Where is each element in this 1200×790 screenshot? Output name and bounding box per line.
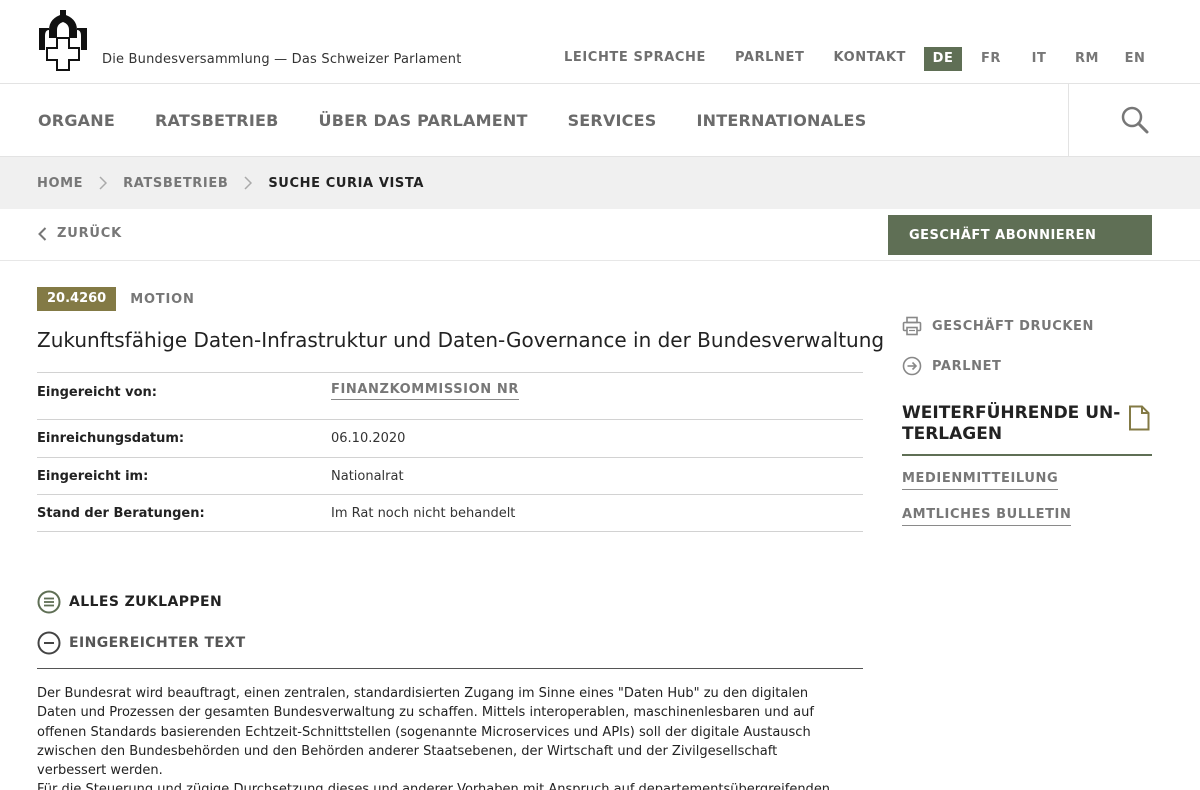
- collapse-all-button[interactable]: ALLES ZUKLAPPEN: [37, 590, 222, 614]
- breadcrumb-ratsbetrieb[interactable]: RATSBETRIEB: [123, 176, 228, 191]
- action-bar: ZURÜCK GESCHÄFT ABONNIEREN: [0, 209, 1200, 261]
- breadcrumb: HOME RATSBETRIEB SUCHE CURIA VISTA: [0, 157, 1200, 209]
- chevron-left-icon: [38, 226, 47, 241]
- text-line: verbessert werden.: [37, 763, 163, 779]
- text-line: Daten und Prozessen der gesamten Bundesv…: [37, 705, 814, 721]
- back-label: ZURÜCK: [57, 226, 122, 241]
- documents-divider: [902, 454, 1152, 456]
- nav-item-ratsbetrieb[interactable]: RATSBETRIEB: [155, 111, 279, 130]
- details-label: Stand der Beratungen:: [37, 506, 205, 521]
- printer-icon: [902, 316, 922, 336]
- submitted-text-toggle[interactable]: EINGEREICHTER TEXT: [37, 631, 246, 655]
- document-icon: [1128, 405, 1150, 435]
- nav-item-internationales[interactable]: INTERNATIONALES: [696, 111, 866, 130]
- nav-item-organe[interactable]: ORGANE: [38, 111, 115, 130]
- lang-de[interactable]: DE: [924, 47, 962, 71]
- text-line: zwischen den Bundesbehörden und den Behö…: [37, 743, 778, 759]
- collapse-all-label: ALLES ZUKLAPPEN: [69, 594, 223, 610]
- search-button[interactable]: [1068, 84, 1200, 156]
- lang-it[interactable]: IT: [1020, 47, 1058, 71]
- main-navigation: ORGANE RATSBETRIEB ÜBER DAS PARLAMENT SE…: [0, 84, 1200, 157]
- business-number-badge: 20.4260: [37, 287, 117, 311]
- parlnet-label: PARLNET: [932, 358, 1002, 374]
- list-icon: [37, 590, 61, 614]
- print-label: GESCHÄFT DRUCKEN: [932, 318, 1095, 334]
- subscribe-button[interactable]: GESCHÄFT ABONNIEREN: [888, 215, 1152, 255]
- submitter-link[interactable]: FINANZKOMMISSION NR: [331, 382, 519, 400]
- details-row: Eingereicht im: Nationalrat: [37, 457, 863, 494]
- details-row: Stand der Beratungen: Im Rat noch nicht …: [37, 494, 863, 532]
- business-meta: 20.4260 MOTION: [37, 287, 195, 311]
- print-business-link[interactable]: GESCHÄFT DRUCKEN: [902, 316, 1094, 336]
- details-label: Einreichungsdatum:: [37, 431, 185, 446]
- further-documents-heading: WEITERFÜHRENDE UN-TERLAGEN: [902, 403, 1121, 444]
- search-icon: [1121, 106, 1148, 134]
- leichte-sprache-link[interactable]: LEICHTE SPRACHE: [564, 50, 706, 65]
- business-title: Zukunftsfähige Daten-Infrastruktur und D…: [37, 328, 885, 352]
- kontakt-link[interactable]: KONTAKT: [834, 50, 906, 65]
- parlnet-link[interactable]: PARLNET: [735, 50, 805, 65]
- lang-en[interactable]: EN: [1116, 47, 1154, 71]
- minus-circle-icon: [37, 631, 61, 655]
- details-table: Eingereicht von: FINANZKOMMISSION NR Ein…: [37, 372, 863, 532]
- text-line: Der Bundesrat wird beauftragt, einen zen…: [37, 686, 809, 701]
- details-value: Nationalrat: [331, 469, 404, 484]
- chevron-right-icon: [83, 176, 123, 190]
- breadcrumb-home[interactable]: HOME: [37, 176, 83, 191]
- text-line: offenen Standards basierenden Echtzeit-S…: [37, 724, 811, 740]
- nav-item-ueber-das-parlament[interactable]: ÜBER DAS PARLAMENT: [319, 111, 528, 130]
- details-label: Eingereicht von:: [37, 385, 157, 400]
- breadcrumb-current: SUCHE CURIA VISTA: [268, 175, 425, 191]
- back-button[interactable]: ZURÜCK: [38, 226, 122, 241]
- language-switcher: DE FR IT RM EN: [924, 47, 1164, 71]
- utility-links: LEICHTE SPRACHE PARLNET KONTAKT: [564, 50, 935, 65]
- nav-item-services[interactable]: SERVICES: [568, 111, 657, 130]
- amtliches-bulletin-link[interactable]: AMTLICHES BULLETIN: [902, 507, 1072, 526]
- site-title[interactable]: Die Bundesversammlung — Das Schweizer Pa…: [102, 52, 462, 67]
- parlnet-sidebar-link[interactable]: PARLNET: [902, 356, 1002, 376]
- top-header: Die Bundesversammlung — Das Schweizer Pa…: [0, 0, 1200, 84]
- business-type: MOTION: [130, 291, 195, 307]
- details-row: Eingereicht von: FINANZKOMMISSION NR: [37, 372, 863, 419]
- submitted-text-body: Der Bundesrat wird beauftragt, einen zen…: [37, 684, 863, 790]
- lang-fr[interactable]: FR: [972, 47, 1010, 71]
- details-label: Eingereicht im:: [37, 469, 149, 484]
- details-value: Im Rat noch nicht behandelt: [331, 506, 516, 521]
- chevron-right-icon: [228, 176, 268, 190]
- details-value: 06.10.2020: [331, 431, 406, 446]
- submitted-text-label: EINGEREICHTER TEXT: [69, 635, 246, 651]
- arrow-circle-right-icon: [902, 356, 922, 376]
- parliament-logo[interactable]: [35, 10, 91, 76]
- section-divider: [37, 668, 863, 669]
- lang-rm[interactable]: RM: [1068, 47, 1106, 71]
- details-row: Einreichungsdatum: 06.10.2020: [37, 419, 863, 457]
- medienmitteilung-link[interactable]: MEDIENMITTEILUNG: [902, 471, 1059, 490]
- text-line: Für die Steuerung und zügige Durchsetzun…: [37, 782, 831, 790]
